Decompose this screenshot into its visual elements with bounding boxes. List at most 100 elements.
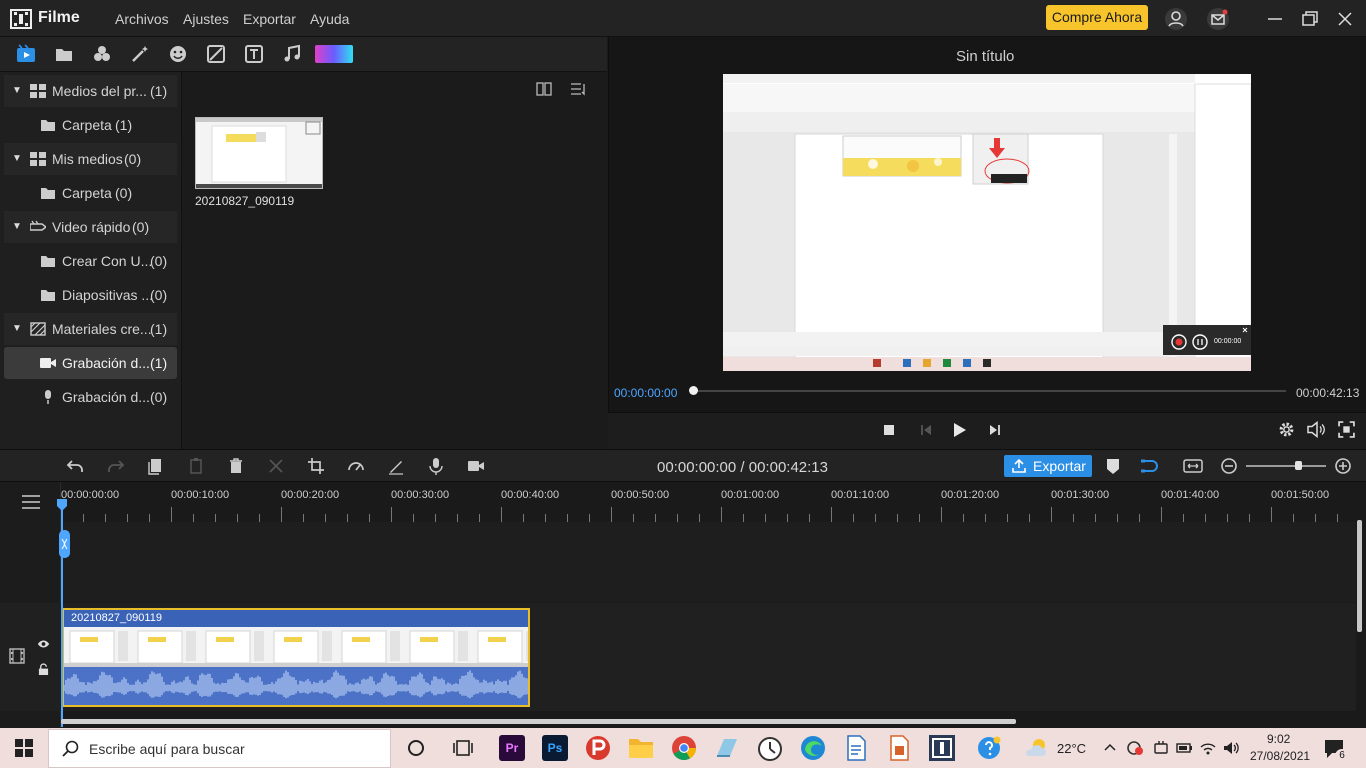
edit-icon[interactable]: [387, 457, 405, 475]
sidebar-item-folder[interactable]: Carpeta (1): [4, 109, 177, 141]
record-video-icon[interactable]: [467, 457, 485, 475]
playhead-top-icon[interactable]: [57, 499, 67, 511]
redo-icon[interactable]: [107, 457, 125, 475]
mail-icon[interactable]: [1206, 7, 1230, 31]
caret-down-icon[interactable]: ▼: [12, 211, 22, 243]
task-view-icon[interactable]: [452, 738, 474, 758]
sidebar-item-quick-video[interactable]: ▼ Video rápido (0): [4, 211, 177, 243]
transitions-icon[interactable]: [206, 44, 226, 64]
magic-icon[interactable]: [130, 44, 150, 64]
sticker-icon[interactable]: [168, 44, 188, 64]
sidebar-item-screen-recording[interactable]: Grabación d... (1): [4, 347, 177, 379]
delete-icon[interactable]: [227, 457, 245, 475]
magnet-snap-icon[interactable]: [1139, 457, 1159, 475]
sort-icon[interactable]: [570, 82, 586, 96]
effects-icon[interactable]: [92, 44, 112, 64]
sidebar-item-audio-recording[interactable]: Grabación d... (0): [4, 381, 177, 413]
menu-ayuda[interactable]: Ayuda: [310, 11, 349, 27]
time-ruler[interactable]: [61, 505, 1351, 522]
horizontal-scrollbar[interactable]: [61, 719, 1016, 724]
media-icon[interactable]: [16, 44, 36, 64]
menu-ajustes[interactable]: Ajustes: [183, 11, 229, 27]
sidebar-item-folder[interactable]: Carpeta (0): [4, 177, 177, 209]
lock-icon[interactable]: [38, 663, 49, 676]
sidebar-item-create-with[interactable]: Crear Con U... (0): [4, 245, 177, 277]
video-clip[interactable]: 20210827_090119: [62, 608, 530, 707]
sidebar-item-slideshows[interactable]: Diapositivas ... (0): [4, 279, 177, 311]
marker-icon[interactable]: [1104, 457, 1122, 475]
scrubber-handle[interactable]: [689, 386, 698, 395]
paste-icon[interactable]: [187, 457, 205, 475]
folder-icon[interactable]: [54, 44, 74, 64]
layout-grid-icon[interactable]: [536, 82, 552, 96]
help-icon[interactable]: [977, 736, 1001, 760]
wifi-icon[interactable]: [1199, 739, 1217, 757]
preview-scrubber[interactable]: [693, 390, 1286, 392]
vertical-scrollbar[interactable]: [1357, 520, 1362, 632]
zoom-slider[interactable]: [1246, 465, 1326, 467]
account-icon[interactable]: [1164, 7, 1188, 31]
edge-icon[interactable]: [800, 735, 826, 761]
photoshop-icon[interactable]: Ps: [542, 735, 568, 761]
previous-frame-icon[interactable]: [918, 422, 934, 438]
clock-app-icon[interactable]: [757, 735, 783, 761]
volume-icon[interactable]: [1307, 421, 1325, 438]
storage-icon[interactable]: [1152, 739, 1170, 757]
minimize-icon[interactable]: [1263, 7, 1287, 31]
playhead-handle-icon[interactable]: [58, 530, 71, 558]
temperature[interactable]: 22°C: [1057, 741, 1086, 756]
filme-taskbar-icon[interactable]: [929, 735, 955, 761]
caret-down-icon[interactable]: ▼: [12, 313, 22, 345]
sidebar-item-my-media[interactable]: ▼ Mis medios (0): [4, 143, 177, 175]
cortana-icon[interactable]: [406, 738, 426, 758]
copy-icon[interactable]: [147, 457, 165, 475]
chevron-up-icon[interactable]: [1103, 741, 1117, 753]
notes-app-icon[interactable]: [714, 736, 740, 760]
speaker-icon[interactable]: [1222, 739, 1240, 757]
battery-icon[interactable]: [1175, 739, 1193, 757]
stop-icon[interactable]: [881, 422, 897, 438]
taskbar-search[interactable]: Escribe aquí para buscar: [48, 729, 391, 768]
sidebar-item-project-media[interactable]: ▼ Medios del pr... (1): [4, 75, 177, 107]
split-icon[interactable]: [267, 457, 285, 475]
microphone-icon[interactable]: [427, 457, 445, 475]
windows-start-icon[interactable]: [15, 739, 33, 757]
media-thumbnail[interactable]: [195, 117, 323, 189]
caret-down-icon[interactable]: ▼: [12, 143, 22, 175]
undo-icon[interactable]: [66, 457, 84, 475]
writer-doc-icon[interactable]: [843, 735, 869, 761]
impress-doc-icon[interactable]: [886, 735, 912, 761]
caret-down-icon[interactable]: ▼: [12, 75, 22, 107]
eye-icon[interactable]: [37, 639, 50, 649]
weather-icon[interactable]: [1025, 736, 1049, 758]
next-frame-icon[interactable]: [987, 422, 1003, 438]
speed-icon[interactable]: [347, 457, 365, 475]
settings-icon[interactable]: [1278, 421, 1295, 438]
menu-archivos[interactable]: Archivos: [115, 11, 169, 27]
zoom-slider-handle[interactable]: [1294, 461, 1302, 470]
fullscreen-icon[interactable]: [1338, 421, 1355, 438]
restore-icon[interactable]: [1298, 7, 1322, 31]
clock-date[interactable]: 27/08/2021: [1250, 749, 1310, 763]
music-icon[interactable]: [282, 44, 302, 64]
p-app-icon[interactable]: [585, 735, 611, 761]
sidebar-item-created-materials[interactable]: ▼ Materiales cre... (1): [4, 313, 177, 345]
timeline-empty-track[interactable]: [61, 522, 1356, 602]
play-icon[interactable]: [950, 421, 968, 439]
menu-exportar[interactable]: Exportar: [243, 11, 296, 27]
zoom-in-icon[interactable]: [1334, 457, 1352, 475]
crop-icon[interactable]: [307, 457, 325, 475]
premiere-pro-icon[interactable]: Pr: [499, 735, 525, 761]
close-icon[interactable]: [1333, 7, 1357, 31]
color-icon[interactable]: [315, 45, 353, 63]
file-explorer-icon[interactable]: [628, 736, 654, 760]
clock-time[interactable]: 9:02: [1267, 732, 1290, 746]
zoom-out-icon[interactable]: [1220, 457, 1238, 475]
fit-timeline-icon[interactable]: [1183, 457, 1203, 475]
buy-now-button[interactable]: Compre Ahora: [1046, 5, 1148, 30]
text-icon[interactable]: [244, 44, 264, 64]
export-button[interactable]: Exportar: [1004, 455, 1092, 477]
chrome-icon[interactable]: [671, 735, 697, 761]
hamburger-menu-icon[interactable]: [21, 494, 41, 510]
antivirus-icon[interactable]: [1126, 739, 1144, 757]
